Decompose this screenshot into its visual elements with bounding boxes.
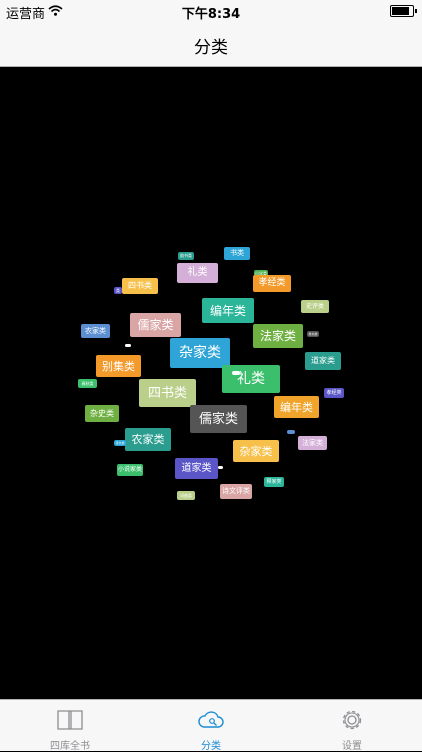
category-tag[interactable]: 乐类 bbox=[232, 371, 240, 375]
battery-icon bbox=[390, 5, 417, 17]
category-tag[interactable]: 词曲类 bbox=[177, 491, 195, 500]
category-tag[interactable] bbox=[125, 344, 131, 347]
tab-settings[interactable]: 设置 bbox=[282, 700, 422, 752]
tab-bar: 四库全书 分类 设置 bbox=[0, 699, 422, 752]
status-bar: 运营商 下午8:34 bbox=[0, 0, 422, 22]
category-tag[interactable]: 杂家类 bbox=[170, 338, 230, 368]
category-tag[interactable]: 释家类 bbox=[264, 477, 284, 487]
category-tag[interactable]: 杂家类 bbox=[233, 440, 279, 462]
page-title: 分类 bbox=[194, 38, 228, 58]
category-tag[interactable]: 道家类 bbox=[175, 458, 218, 479]
category-tag[interactable] bbox=[218, 466, 223, 469]
category-tag[interactable]: 道家类 bbox=[305, 352, 341, 370]
category-tag[interactable]: 四书类 bbox=[122, 278, 158, 294]
category-tag[interactable]: 编年类 bbox=[274, 396, 319, 418]
category-tag[interactable]: 礼类 bbox=[222, 365, 280, 393]
gear-icon bbox=[342, 710, 362, 730]
book-icon bbox=[57, 710, 83, 730]
category-tag[interactable]: 儒家类 bbox=[130, 313, 181, 337]
category-tag[interactable]: 农家类 bbox=[125, 428, 171, 451]
category-tag[interactable]: 孝经类 bbox=[253, 275, 291, 292]
category-tag[interactable]: 编年类 bbox=[202, 298, 254, 323]
category-tag[interactable]: 别集类 bbox=[96, 355, 141, 377]
tab-category[interactable]: 分类 bbox=[141, 700, 281, 752]
category-tag[interactable]: 礼类 bbox=[177, 263, 218, 283]
category-tag[interactable] bbox=[287, 430, 295, 434]
category-tag[interactable]: 杂史类 bbox=[85, 405, 119, 422]
navigation-bar: 分类 bbox=[0, 22, 422, 67]
cloud-icon bbox=[198, 711, 224, 728]
category-tag[interactable]: 春秋类 bbox=[78, 379, 97, 388]
category-tag[interactable]: 类 bbox=[114, 287, 122, 294]
tab-library[interactable]: 四库全书 bbox=[0, 700, 140, 752]
category-tag[interactable]: 诗文评类 bbox=[220, 484, 252, 499]
category-tag[interactable]: 类书类 bbox=[307, 331, 319, 337]
clock: 下午8:34 bbox=[181, 7, 241, 22]
category-tag[interactable]: 孝经类 bbox=[324, 388, 344, 398]
category-tag[interactable]: 四书类 bbox=[139, 379, 196, 407]
category-tag[interactable]: 法家类 bbox=[298, 436, 327, 450]
category-tag[interactable]: 诗文类 bbox=[114, 440, 126, 446]
category-tag[interactable]: 儒家类 bbox=[190, 405, 247, 433]
category-tag[interactable]: 史评类 bbox=[301, 300, 329, 313]
tag-cloud[interactable]: 书类 韵书类 礼类 小学类 孝经类 四书类类编年类 史评类 儒家类 农家类 法家类 类书类 杂家类 道家… bbox=[0, 67, 422, 699]
category-tag[interactable]: 书类 bbox=[224, 247, 250, 260]
battery-level bbox=[392, 7, 409, 15]
category-tag[interactable]: 韵书类 bbox=[178, 252, 194, 260]
category-tag[interactable]: 法家类 bbox=[253, 324, 303, 348]
category-tag[interactable]: 农家类 bbox=[81, 324, 110, 338]
category-tag[interactable]: 小说家类 bbox=[117, 464, 143, 476]
